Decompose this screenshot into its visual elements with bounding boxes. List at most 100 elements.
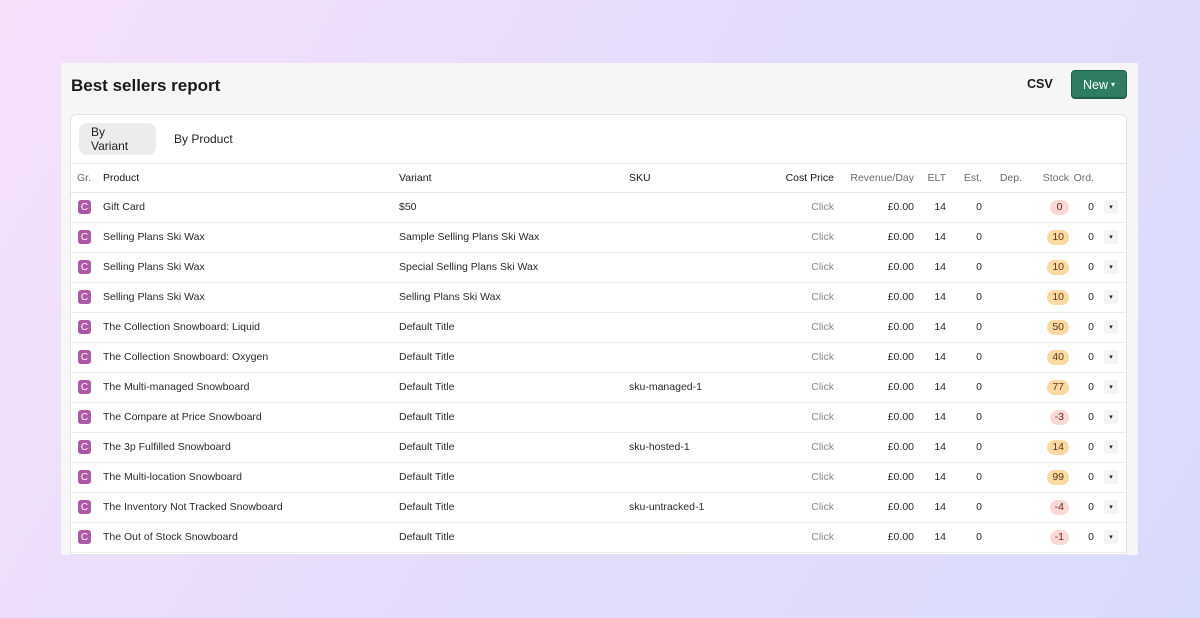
col-group[interactable]: Gr. <box>71 164 97 193</box>
col-sku[interactable]: SKU <box>623 164 741 193</box>
dep-value <box>982 402 1022 433</box>
cost-price-click[interactable]: Click <box>741 462 834 493</box>
page-title: Best sellers report <box>71 76 221 95</box>
col-revenue-day[interactable]: Revenue/Day <box>834 164 914 193</box>
col-product[interactable]: Product <box>97 164 393 193</box>
row-menu-chevron-down-icon[interactable]: ▾ <box>1104 410 1118 424</box>
col-cost-price[interactable]: Cost Price <box>741 164 834 193</box>
row-menu-chevron-down-icon[interactable]: ▾ <box>1104 260 1118 274</box>
sku-value: sku-managed-1 <box>623 372 741 403</box>
product-name: Gift Card <box>97 192 393 223</box>
cost-price-click[interactable]: Click <box>741 372 834 403</box>
row-menu-chevron-down-icon[interactable]: ▾ <box>1104 200 1118 214</box>
cost-price-click[interactable]: Click <box>741 282 834 313</box>
row-menu-chevron-down-icon[interactable]: ▾ <box>1104 290 1118 304</box>
variant-name: Default Title <box>393 522 623 553</box>
elt-value: 14 <box>914 522 946 553</box>
est-value: 0 <box>946 522 982 553</box>
est-value: 0 <box>946 402 982 433</box>
table-row: C The Multi-managed Snowboard Default Ti… <box>71 372 1126 403</box>
est-value: 0 <box>946 492 982 523</box>
sku-value: sku-hosted-1 <box>623 432 741 463</box>
new-button[interactable]: New ▾ <box>1071 70 1127 99</box>
est-value: 0 <box>946 462 982 493</box>
stock-badge: 14 <box>1047 439 1069 455</box>
cost-price-click[interactable]: Click <box>741 432 834 463</box>
dep-value <box>982 342 1022 373</box>
group-badge: C <box>78 440 91 454</box>
ord-value: 0 <box>1069 342 1094 373</box>
tab-by-variant[interactable]: By Variant <box>79 123 156 155</box>
revenue-day-value: £0.00 <box>834 462 914 493</box>
elt-value: 14 <box>914 252 946 283</box>
table-row: C The 3p Fulfilled Snowboard Default Tit… <box>71 432 1126 463</box>
table-header-row: Gr. Product Variant SKU Cost Price Reven… <box>71 164 1126 193</box>
cost-price-click[interactable]: Click <box>741 192 834 223</box>
variant-name: Default Title <box>393 372 623 403</box>
est-value: 0 <box>946 222 982 253</box>
variant-name: Default Title <box>393 312 623 343</box>
row-menu-chevron-down-icon[interactable]: ▾ <box>1104 350 1118 364</box>
ord-value: 0 <box>1069 432 1094 463</box>
row-menu-chevron-down-icon[interactable]: ▾ <box>1104 380 1118 394</box>
cost-price-click[interactable]: Click <box>741 402 834 433</box>
variant-name: Sample Selling Plans Ski Wax <box>393 222 623 253</box>
sku-value <box>623 282 741 313</box>
report-card: By Variant By Product Gr. Product Varian… <box>70 114 1127 555</box>
revenue-day-value: £0.00 <box>834 312 914 343</box>
cost-price-click[interactable]: Click <box>741 252 834 283</box>
elt-value: 14 <box>914 372 946 403</box>
tab-by-product[interactable]: By Product <box>162 123 245 155</box>
cost-price-click[interactable]: Click <box>741 312 834 343</box>
product-name: The Multi-location Snowboard <box>97 462 393 493</box>
product-name: The Inventory Not Tracked Snowboard <box>97 492 393 523</box>
col-stock[interactable]: Stock <box>1022 164 1069 193</box>
dep-value <box>982 432 1022 463</box>
col-est[interactable]: Est. <box>946 164 982 193</box>
variant-name: $50 <box>393 192 623 223</box>
group-badge: C <box>78 260 91 274</box>
dep-value <box>982 522 1022 553</box>
revenue-day-value: £0.00 <box>834 252 914 283</box>
variant-name: Selling Plans Ski Wax <box>393 282 623 313</box>
ord-value: 0 <box>1069 402 1094 433</box>
col-dep[interactable]: Dep. <box>982 164 1022 193</box>
row-menu-chevron-down-icon[interactable]: ▾ <box>1104 230 1118 244</box>
sku-value <box>623 252 741 283</box>
stock-badge: 99 <box>1047 469 1069 485</box>
est-value: 0 <box>946 342 982 373</box>
row-menu-chevron-down-icon[interactable]: ▾ <box>1104 440 1118 454</box>
dep-value <box>982 372 1022 403</box>
cost-price-click[interactable]: Click <box>741 492 834 523</box>
stock-badge: 77 <box>1047 379 1069 395</box>
ord-value: 0 <box>1069 282 1094 313</box>
col-variant[interactable]: Variant <box>393 164 623 193</box>
elt-value: 14 <box>914 192 946 223</box>
sku-value <box>623 402 741 433</box>
row-menu-chevron-down-icon[interactable]: ▾ <box>1104 320 1118 334</box>
ord-value: 0 <box>1069 372 1094 403</box>
ord-value: 0 <box>1069 192 1094 223</box>
cost-price-click[interactable]: Click <box>741 522 834 553</box>
cost-price-click[interactable]: Click <box>741 222 834 253</box>
variant-name: Default Title <box>393 432 623 463</box>
col-elt[interactable]: ELT <box>914 164 946 193</box>
row-menu-chevron-down-icon[interactable]: ▾ <box>1104 530 1118 544</box>
group-badge: C <box>78 500 91 514</box>
page-header: Best sellers report CSV New ▾ <box>61 63 1138 107</box>
est-value: 0 <box>946 192 982 223</box>
sku-value <box>623 192 741 223</box>
product-name: The Collection Snowboard: Oxygen <box>97 342 393 373</box>
row-menu-chevron-down-icon[interactable]: ▾ <box>1104 470 1118 484</box>
cost-price-click[interactable]: Click <box>741 342 834 373</box>
product-name: Selling Plans Ski Wax <box>97 222 393 253</box>
dep-value <box>982 492 1022 523</box>
ord-value: 0 <box>1069 522 1094 553</box>
csv-export-button[interactable]: CSV <box>1027 77 1053 91</box>
product-name: The Compare at Price Snowboard <box>97 402 393 433</box>
new-button-label: New <box>1082 77 1108 92</box>
sku-value <box>623 462 741 493</box>
col-ord[interactable]: Ord. <box>1069 164 1094 193</box>
est-value: 0 <box>946 252 982 283</box>
row-menu-chevron-down-icon[interactable]: ▾ <box>1104 500 1118 514</box>
